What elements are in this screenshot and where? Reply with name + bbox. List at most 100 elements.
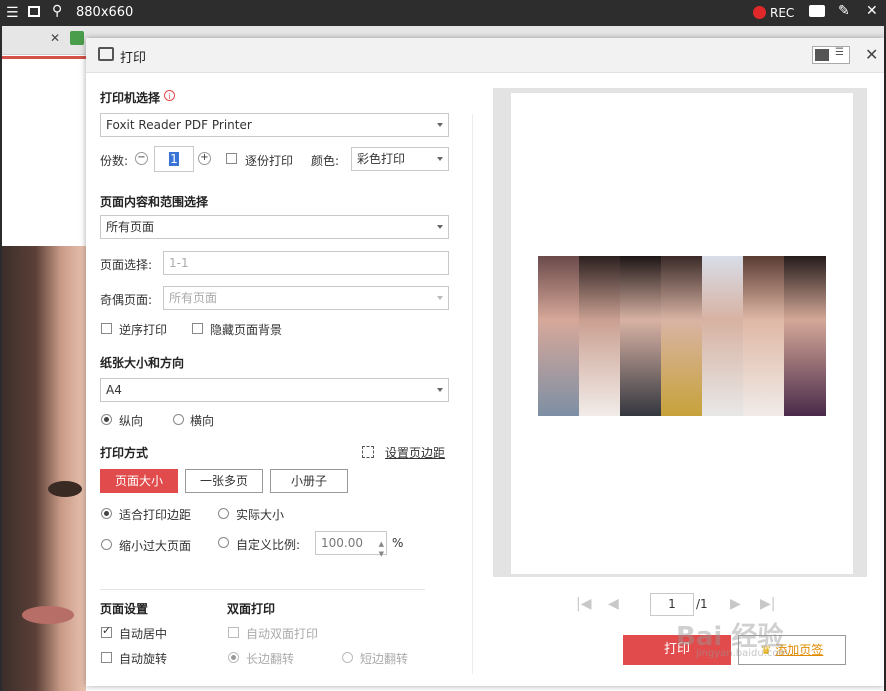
- photo-stripe: [620, 256, 661, 416]
- range-select-value: 所有页面: [106, 220, 155, 234]
- mode-booklet-button[interactable]: 小册子: [270, 469, 348, 493]
- long-edge-radio[interactable]: [228, 652, 239, 663]
- odd-even-select[interactable]: 所有页面: [163, 286, 449, 310]
- custom-scale-input[interactable]: 100.00 ▲ ▼: [315, 531, 387, 558]
- last-page-icon[interactable]: ▶|: [760, 596, 775, 612]
- collate-label: 逐份打印: [245, 154, 294, 168]
- shrink-radio[interactable]: [101, 539, 112, 550]
- auto-rotate-label: 自动旋转: [119, 652, 168, 666]
- portrait-label: 纵向: [119, 414, 144, 428]
- spinner-down-icon[interactable]: ▼: [379, 543, 384, 565]
- window-icon[interactable]: [28, 6, 40, 17]
- photo-stripe: [702, 256, 743, 416]
- menu-icon[interactable]: ☰: [6, 5, 19, 21]
- long-edge-label: 长边翻转: [246, 652, 295, 666]
- accent-line: [2, 56, 86, 59]
- printer-select[interactable]: Foxit Reader PDF Printer: [100, 113, 449, 137]
- first-page-icon[interactable]: |◀: [576, 596, 591, 612]
- paper-select[interactable]: A4: [100, 378, 449, 402]
- copies-value: 1: [169, 152, 179, 166]
- pen-icon[interactable]: ✎: [838, 3, 850, 19]
- custom-scale-label: 自定义比例:: [236, 538, 301, 552]
- auto-center-label: 自动居中: [119, 627, 168, 641]
- odd-even-label: 奇偶页面:: [100, 293, 153, 307]
- copies-input[interactable]: 1: [154, 146, 194, 172]
- next-page-icon[interactable]: ▶: [730, 596, 741, 612]
- odd-even-value: 所有页面: [169, 291, 218, 305]
- margin-icon: [362, 446, 374, 458]
- color-select-value: 彩色打印: [357, 152, 406, 166]
- decrement-button[interactable]: −: [135, 152, 148, 165]
- rec-label[interactable]: REC: [770, 6, 794, 20]
- page-total: /1: [696, 597, 708, 611]
- photo-stripe: [743, 256, 784, 416]
- printer-icon: [98, 47, 114, 61]
- photo-stripe: [579, 256, 620, 416]
- collate-checkbox[interactable]: [226, 153, 237, 164]
- auto-duplex-checkbox[interactable]: [228, 627, 239, 638]
- color-select[interactable]: 彩色打印: [351, 147, 449, 171]
- print-preview: [493, 88, 867, 577]
- print-dialog: 打印 ☰ ✕ 打印机选择 i Foxit Reader PDF Printer …: [86, 38, 884, 686]
- record-dot-icon[interactable]: [753, 6, 766, 19]
- close-icon[interactable]: ✕: [866, 3, 878, 19]
- view-toggle[interactable]: ☰: [812, 46, 850, 64]
- short-edge-radio[interactable]: [342, 652, 353, 663]
- hide-bg-checkbox[interactable]: [192, 323, 203, 334]
- range-select[interactable]: 所有页面: [100, 215, 449, 239]
- custom-scale-radio[interactable]: [218, 537, 229, 548]
- auto-center-checkbox[interactable]: [101, 624, 112, 638]
- dialog-close-icon[interactable]: ✕: [865, 45, 878, 64]
- baidu-watermark-url: jingyan.baidu.com: [696, 648, 789, 659]
- search-icon[interactable]: ⚲: [52, 3, 62, 19]
- panel-divider: [472, 114, 473, 674]
- preview-image: [538, 256, 826, 416]
- preview-page: [511, 93, 853, 574]
- photo-stripe: [661, 256, 702, 416]
- photo-eye: [48, 481, 82, 497]
- camera-icon[interactable]: [809, 5, 825, 17]
- landscape-label: 横向: [190, 414, 215, 428]
- actual-size-radio[interactable]: [218, 508, 229, 519]
- photo-stripe: [538, 256, 579, 416]
- photo-stripe: [784, 256, 826, 416]
- page-number-value: 1: [668, 597, 676, 611]
- section-divider: [100, 589, 425, 590]
- page-number-input[interactable]: 1: [650, 593, 694, 616]
- mode-page-size-button[interactable]: 页面大小: [100, 469, 178, 493]
- capture-size: 880x660: [76, 5, 134, 20]
- reverse-label: 逆序打印: [119, 323, 168, 337]
- actual-size-label: 实际大小: [236, 508, 285, 522]
- custom-scale-value: 100.00: [321, 536, 363, 550]
- fit-margin-radio[interactable]: [101, 508, 112, 519]
- percent-sign: %: [392, 536, 404, 550]
- auto-rotate-checkbox[interactable]: [101, 652, 112, 663]
- mode-multi-page-button[interactable]: 一张多页: [185, 469, 263, 493]
- single-view-icon[interactable]: [815, 49, 829, 61]
- printer-select-value: Foxit Reader PDF Printer: [106, 118, 252, 132]
- list-view-icon[interactable]: ☰: [835, 47, 844, 58]
- prev-page-icon[interactable]: ◀: [608, 596, 619, 612]
- info-icon[interactable]: i: [164, 90, 175, 101]
- page-select-label: 页面选择:: [100, 258, 153, 272]
- copies-label: 份数:: [100, 154, 129, 168]
- page-select-placeholder: 1-1: [169, 256, 189, 270]
- color-label: 颜色:: [311, 154, 340, 168]
- range-section-title: 页面内容和范围选择: [100, 195, 209, 209]
- hide-bg-label: 隐藏页面背景: [210, 323, 283, 337]
- paper-section-title: 纸张大小和方向: [100, 356, 185, 370]
- dialog-title: 打印: [120, 51, 147, 66]
- paper-select-value: A4: [106, 383, 122, 397]
- reverse-checkbox[interactable]: [101, 323, 112, 334]
- set-margin-link[interactable]: 设置页边距: [385, 444, 445, 461]
- tab-favicon-icon: [70, 31, 84, 45]
- landscape-radio[interactable]: [173, 414, 184, 425]
- photo-lips: [22, 606, 74, 624]
- portrait-radio[interactable]: [101, 414, 112, 425]
- shrink-label: 缩小过大页面: [119, 539, 192, 553]
- printer-section-title: 打印机选择: [100, 91, 161, 105]
- page-select-input[interactable]: 1-1: [163, 251, 449, 275]
- tab-close-icon[interactable]: ✕: [50, 31, 60, 45]
- increment-button[interactable]: +: [198, 152, 211, 165]
- dialog-titlebar: 打印 ☰ ✕: [86, 38, 884, 73]
